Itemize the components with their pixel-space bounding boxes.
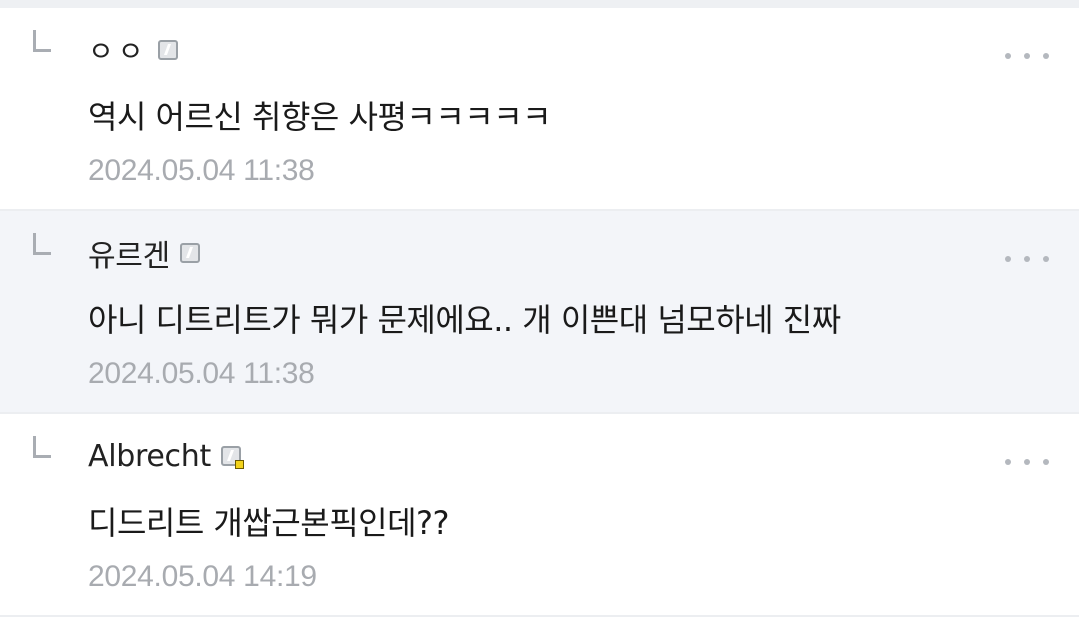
more-options-icon — [1005, 256, 1011, 262]
comment-timestamp: 2024.05.04 11:38 — [88, 357, 315, 390]
more-options-button[interactable] — [1005, 452, 1049, 472]
more-options-icon — [1024, 53, 1030, 59]
fixed-nickname-icon — [179, 243, 200, 263]
reply-arrow-icon — [33, 233, 51, 255]
more-options-icon — [1043, 256, 1049, 262]
reply-arrow-icon — [33, 436, 51, 458]
more-options-button[interactable] — [1005, 249, 1049, 269]
comment-text: 디드리트 개쌉근본픽인데?? — [88, 504, 449, 542]
author-name[interactable]: ㅇㅇ — [88, 30, 148, 70]
reply-item: ㅇㅇ 역시 어르신 취향은 사평ㅋㅋㅋㅋㅋ 2024.05.04 11:38 — [0, 8, 1079, 211]
more-options-icon — [1043, 459, 1049, 465]
author-name[interactable]: Albrecht — [88, 439, 211, 474]
comment-timestamp: 2024.05.04 11:38 — [88, 154, 315, 187]
more-options-icon — [1005, 53, 1011, 59]
comment-text: 아니 디트리트가 뭐가 문제에요.. 개 이쁜대 넘모하네 진짜 — [88, 301, 841, 339]
comment-timestamp: 2024.05.04 14:19 — [88, 560, 317, 593]
author-name[interactable]: 유르겐 — [88, 231, 170, 275]
author-row: Albrecht — [88, 436, 244, 476]
more-options-icon — [1024, 256, 1030, 262]
reply-item: 유르겐 아니 디트리트가 뭐가 문제에요.. 개 이쁜대 넘모하네 진짜 202… — [0, 211, 1079, 414]
more-options-icon — [1024, 459, 1030, 465]
comment-text: 역시 어르신 취향은 사평ㅋㅋㅋㅋㅋ — [88, 98, 552, 136]
fixed-nickname-icon — [220, 446, 244, 469]
reply-item: Albrecht 디드리트 개쌉근본픽인데?? 2024.05.04 14:19 — [0, 414, 1079, 617]
more-options-button[interactable] — [1005, 46, 1049, 66]
manager-badge-icon — [234, 460, 244, 469]
fixed-nickname-icon — [157, 40, 178, 60]
author-row: 유르겐 — [88, 231, 200, 275]
reply-list: ㅇㅇ 역시 어르신 취향은 사평ㅋㅋㅋㅋㅋ 2024.05.04 11:38 유… — [0, 8, 1079, 617]
more-options-icon — [1005, 459, 1011, 465]
reply-arrow-icon — [33, 30, 51, 52]
more-options-icon — [1043, 53, 1049, 59]
top-divider — [0, 0, 1079, 8]
author-row: ㅇㅇ — [88, 30, 178, 70]
